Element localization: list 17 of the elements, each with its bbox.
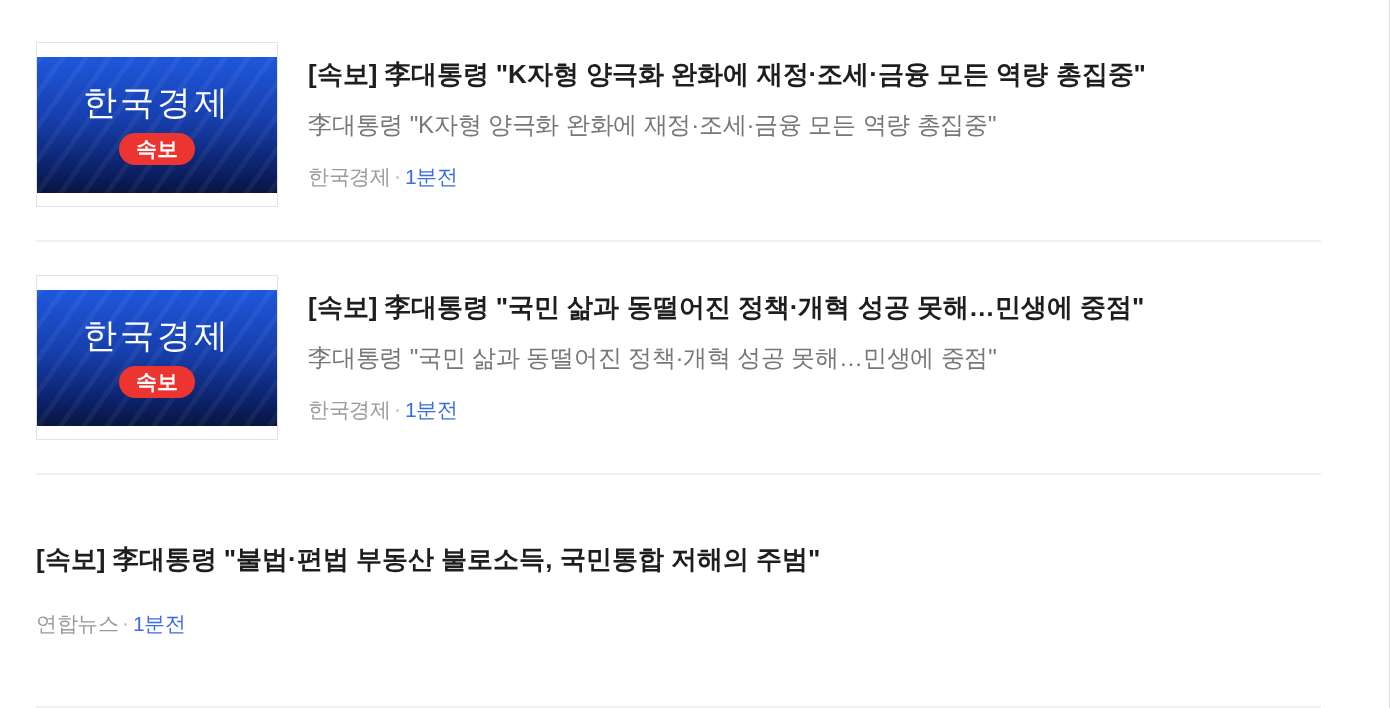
timestamp: 1분전 — [405, 164, 458, 190]
thumbnail-title: 한국경제 — [83, 314, 231, 356]
source-name: 한국경제 — [308, 164, 390, 190]
article-summary: 李대통령 "국민 삶과 동떨어진 정책·개혁 성공 못해…민생에 중점" — [308, 343, 997, 373]
news-badge: 속보 — [119, 132, 195, 165]
timestamp: 1분전 — [405, 397, 458, 423]
timestamp: 1분전 — [133, 611, 186, 637]
thumbnail-frame[interactable]: 한국경제 속보 — [36, 275, 278, 440]
news-badge: 속보 — [119, 365, 195, 398]
headline-link[interactable]: [속보] 李대통령 "K자형 양극화 완화에 재정·조세·금융 모든 역량 총집중" — [308, 57, 1146, 91]
article-summary: 李대통령 "K자형 양극화 완화에 재정·조세·금융 모든 역량 총집중" — [308, 110, 997, 140]
source-name: 연합뉴스 — [36, 611, 118, 637]
headline-link[interactable]: [속보] 李대통령 "국민 삶과 동떨어진 정책·개혁 성공 못해…민생에 중점" — [308, 290, 1145, 324]
thumbnail-title: 한국경제 — [83, 81, 231, 123]
thumbnail-frame[interactable]: 한국경제 속보 — [36, 42, 278, 207]
headline-link[interactable]: [속보] 李대통령 "불법·편법 부동산 불로소득, 국민통합 저해의 주범" — [36, 542, 821, 576]
source-name: 한국경제 — [308, 397, 390, 423]
